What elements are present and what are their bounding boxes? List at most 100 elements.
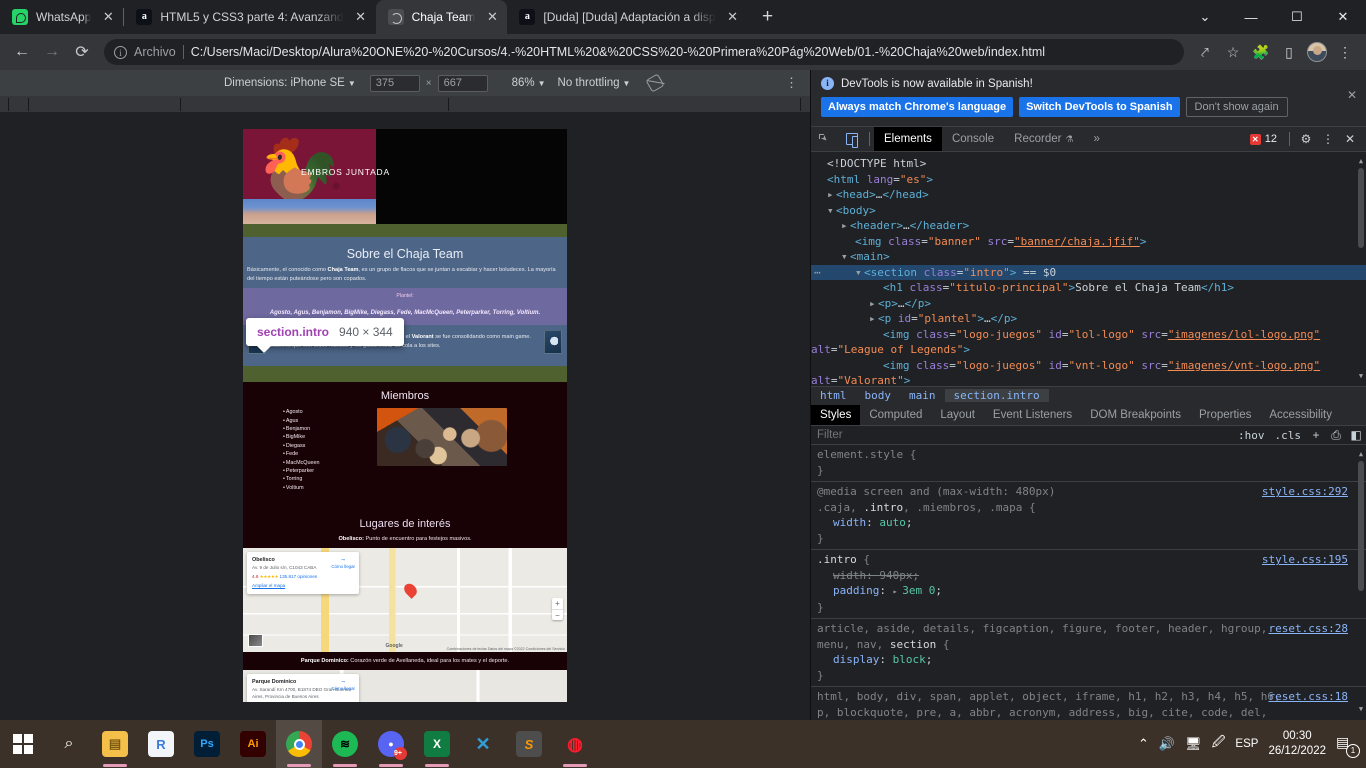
page-info-icon[interactable]: i bbox=[114, 45, 127, 59]
tab-close-icon[interactable]: ✕ bbox=[352, 8, 370, 26]
dom-line-selected[interactable]: ⋯ ▾ <section class="intro"> == $0 bbox=[811, 264, 1366, 280]
rule-selector[interactable]: element.style bbox=[817, 448, 903, 461]
style-rule-element[interactable]: element.style { } bbox=[811, 445, 1366, 483]
tab-close-icon[interactable]: ✕ bbox=[483, 8, 501, 26]
style-rule-intro[interactable]: style.css:195 .intro { width: 940px; pad… bbox=[811, 550, 1366, 620]
excel-icon[interactable]: X bbox=[414, 720, 460, 768]
windows-start-icon[interactable] bbox=[0, 720, 46, 768]
styles-rules-list[interactable]: element.style { } style.css:292 @media s… bbox=[811, 445, 1366, 720]
puzzle-icon[interactable]: 🧩 bbox=[1248, 39, 1274, 65]
network-icon[interactable]: 🖥 bbox=[1185, 736, 1202, 752]
dom-line[interactable]: <h1 class="titulo-principal">Sobre el Ch… bbox=[811, 280, 1366, 296]
opera-gx-icon[interactable]: ◍ bbox=[552, 720, 598, 768]
rstudio-icon[interactable]: R bbox=[138, 720, 184, 768]
close-devtools-icon[interactable]: ✕ bbox=[1340, 132, 1360, 146]
cls-toggle[interactable]: .cls bbox=[1270, 429, 1307, 442]
bookmark-star-icon[interactable]: ☆ bbox=[1220, 39, 1246, 65]
volume-icon[interactable]: 🔊 bbox=[1159, 736, 1175, 752]
photoshop-icon[interactable]: Ps bbox=[184, 720, 230, 768]
tab-event-listeners[interactable]: Event Listeners bbox=[984, 405, 1081, 425]
close-window-button[interactable]: ✕ bbox=[1320, 0, 1366, 34]
close-notice-icon[interactable]: ✕ bbox=[1347, 88, 1357, 102]
rule-source-link[interactable]: style.css:195 bbox=[1262, 552, 1348, 568]
dom-line[interactable]: ▸ <p>…</p> bbox=[811, 296, 1366, 312]
map-zoom-in-button[interactable]: + bbox=[552, 598, 563, 609]
tab-computed[interactable]: Computed bbox=[860, 405, 931, 425]
tab-search-chevron-icon[interactable]: ⌄ bbox=[1182, 0, 1228, 34]
browser-menu-icon[interactable]: ⋮ bbox=[1332, 39, 1358, 65]
obelisco-map[interactable]: Obelisco Av. 9 de Julio s/n, C1043 CABA … bbox=[243, 548, 567, 653]
browser-tab-chaja-team[interactable]: Chaja Team ✕ bbox=[375, 0, 508, 34]
scroll-down-icon[interactable]: ▼ bbox=[1357, 369, 1365, 385]
address-bar[interactable]: i Archivo C:/Users/Maci/Desktop/Alura%20… bbox=[104, 39, 1184, 65]
map-streetview-thumb[interactable] bbox=[248, 634, 263, 648]
more-tabs-button[interactable]: » bbox=[1084, 127, 1110, 151]
tab-close-icon[interactable]: ✕ bbox=[724, 8, 742, 26]
reload-button[interactable]: ⟳ bbox=[68, 38, 96, 66]
expand-map-link[interactable]: Ampliar el mapa bbox=[252, 583, 354, 590]
browser-tab-html5-css3[interactable]: a HTML5 y CSS3 parte 4: Avanzand ✕ bbox=[124, 0, 375, 34]
device-zoom-select[interactable]: 86% ▼ bbox=[512, 77, 546, 89]
device-width-input[interactable]: 375 bbox=[369, 74, 420, 92]
style-rule-reset-18[interactable]: reset.css:18 html, body, div, span, appl… bbox=[811, 687, 1366, 720]
tray-chevron-icon[interactable]: ⌃ bbox=[1138, 736, 1149, 752]
dom-tree[interactable]: <!DOCTYPE html> <html lang="es"> ▸ <head>… bbox=[811, 152, 1366, 386]
avatar[interactable] bbox=[1304, 39, 1330, 65]
sublime-icon[interactable]: S bbox=[506, 720, 552, 768]
declaration[interactable]: display: block; bbox=[817, 652, 1366, 668]
tab-layout[interactable]: Layout bbox=[931, 405, 984, 425]
rule-source-link[interactable]: reset.css:18 bbox=[1269, 689, 1348, 705]
search-icon[interactable]: ⌕ bbox=[46, 720, 92, 768]
scroll-down-icon[interactable]: ▼ bbox=[1357, 702, 1365, 718]
tab-console[interactable]: Console bbox=[942, 127, 1004, 151]
tab-close-icon[interactable]: ✕ bbox=[99, 8, 117, 26]
tab-properties[interactable]: Properties bbox=[1190, 405, 1260, 425]
styles-scrollbar[interactable]: ▲ ▼ bbox=[1357, 449, 1365, 716]
pen-icon[interactable]: 🖉 bbox=[1212, 733, 1226, 755]
dont-show-again-button[interactable]: Don't show again bbox=[1185, 97, 1288, 117]
dom-line[interactable]: ▸ <head>…</head> bbox=[811, 187, 1366, 203]
map-zoom-out-button[interactable]: − bbox=[552, 608, 563, 620]
dom-line[interactable]: <html lang="es"> bbox=[811, 172, 1366, 188]
always-match-language-button[interactable]: Always match Chrome's language bbox=[821, 97, 1014, 117]
chrome-icon[interactable] bbox=[276, 720, 322, 768]
share-icon[interactable]: ⤤ bbox=[1192, 39, 1218, 65]
computed-sidebar-icon[interactable]: ⎙ bbox=[1326, 428, 1346, 443]
hov-toggle[interactable]: :hov bbox=[1233, 429, 1270, 442]
breadcrumb-item-html[interactable]: html bbox=[811, 389, 856, 402]
spotify-icon[interactable]: ≋ bbox=[322, 720, 368, 768]
dom-scrollbar[interactable]: ▲ ▼ bbox=[1357, 154, 1365, 384]
side-panel-icon[interactable]: ▯ bbox=[1276, 39, 1302, 65]
declaration-struck[interactable]: width: 940px; bbox=[817, 568, 1366, 584]
tab-styles[interactable]: Styles bbox=[811, 404, 861, 425]
device-toolbar-icon[interactable] bbox=[838, 127, 865, 151]
declaration[interactable]: padding: ▸ 3em 0; bbox=[817, 583, 1366, 600]
gear-icon[interactable]: ⚙ bbox=[1296, 132, 1316, 146]
scroll-thumb[interactable] bbox=[1358, 461, 1364, 592]
tab-accessibility[interactable]: Accessibility bbox=[1260, 405, 1341, 425]
rule-source-link[interactable]: reset.css:28 bbox=[1269, 621, 1348, 637]
dom-line[interactable]: <!DOCTYPE html> bbox=[811, 156, 1366, 172]
browser-tab-duda[interactable]: a [Duda] [Duda] Adaptación a disp ✕ bbox=[507, 0, 747, 34]
directions-link[interactable]: ⤳ Cómo llegar bbox=[331, 679, 355, 692]
style-rule-media-480[interactable]: style.css:292 @media screen and (max-wid… bbox=[811, 482, 1366, 551]
dom-line[interactable]: ▸ <header>…</header> bbox=[811, 218, 1366, 234]
minimize-button[interactable]: — bbox=[1228, 0, 1274, 34]
style-rule-reset-28[interactable]: reset.css:28 article, aside, details, fi… bbox=[811, 619, 1366, 688]
discord-icon[interactable]: ● 9+ bbox=[368, 720, 414, 768]
new-style-rule-icon[interactable]: + bbox=[1306, 428, 1326, 442]
new-tab-button[interactable]: + bbox=[754, 3, 782, 31]
tab-recorder[interactable]: Recorder ⚗ bbox=[1004, 127, 1083, 151]
rule-selector[interactable]: .caja, .intro, .miembros, .mapa { bbox=[817, 500, 1366, 516]
inspect-cursor-icon[interactable] bbox=[811, 127, 838, 151]
notifications-icon[interactable]: ▤ 1 bbox=[1336, 734, 1360, 758]
toggle-sidebar-icon[interactable]: ◧ bbox=[1346, 428, 1366, 442]
declaration[interactable]: width: auto; bbox=[817, 515, 1366, 531]
parque-map[interactable]: Parque Dominico Av. Sarandí Km 4700, B18… bbox=[243, 670, 567, 702]
breadcrumb-item-main[interactable]: main bbox=[900, 389, 945, 402]
vscode-icon[interactable]: ✕ bbox=[460, 720, 506, 768]
dom-line[interactable]: <img class="banner" src="banner/chaja.jf… bbox=[811, 234, 1366, 250]
dom-line[interactable]: <img class="logo-juegos" id="lol-logo" s… bbox=[811, 327, 1366, 358]
dom-line[interactable]: ▾ <body> bbox=[811, 203, 1366, 219]
throttling-select[interactable]: No throttling ▼ bbox=[558, 77, 631, 89]
